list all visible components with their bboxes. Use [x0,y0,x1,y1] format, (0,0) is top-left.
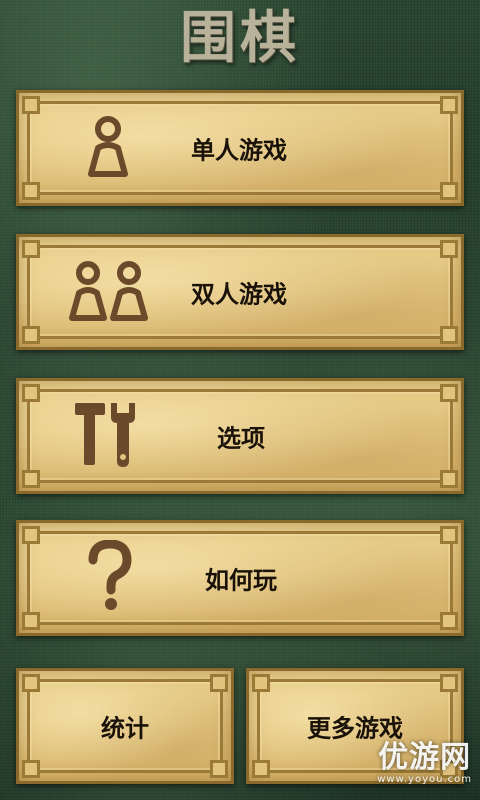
frame-corner [440,96,458,114]
frame-corner [440,526,458,544]
single-player-button[interactable]: 单人游戏 [16,90,464,206]
frame-corner [210,760,228,778]
stats-label: 统计 [101,714,149,743]
frame-corner [22,384,40,402]
stats-button[interactable]: 统计 [16,668,234,784]
watermark-logo-text: 优游网 [378,740,472,775]
how-to-play-button[interactable]: 如何玩 [16,520,464,636]
single-person-icon [85,114,131,182]
frame-corner [440,240,458,258]
frame-corner [22,96,40,114]
frame-corner [22,612,40,630]
frame-corner [210,674,228,692]
two-persons-icon [69,258,149,326]
watermark-url: www.yoyou.com [377,774,472,785]
frame-corner [22,470,40,488]
single-player-label: 单人游戏 [191,136,287,165]
frame-corner [440,182,458,200]
how-to-play-label: 如何玩 [205,566,277,595]
frame-corner [252,760,270,778]
frame-corner [22,182,40,200]
question-mark-icon [87,539,133,616]
frame-corner [440,674,458,692]
app-title: 围棋 [180,5,300,71]
frame-corner [22,674,40,692]
frame-corner [440,612,458,630]
options-label: 选项 [217,424,265,453]
frame-corner [252,674,270,692]
frame-corner [440,384,458,402]
frame-corner [22,326,40,344]
two-player-button[interactable]: 双人游戏 [16,234,464,350]
frame-corner [22,526,40,544]
watermark: 优游网 www.yoyou.com [377,742,472,786]
frame-corner [22,240,40,258]
two-player-label: 双人游戏 [191,280,287,309]
options-button[interactable]: 选项 [16,378,464,494]
frame-corner [440,470,458,488]
frame-corner [440,326,458,344]
tools-icon [71,399,137,473]
more-games-label: 更多游戏 [307,714,403,743]
frame-corner [22,760,40,778]
